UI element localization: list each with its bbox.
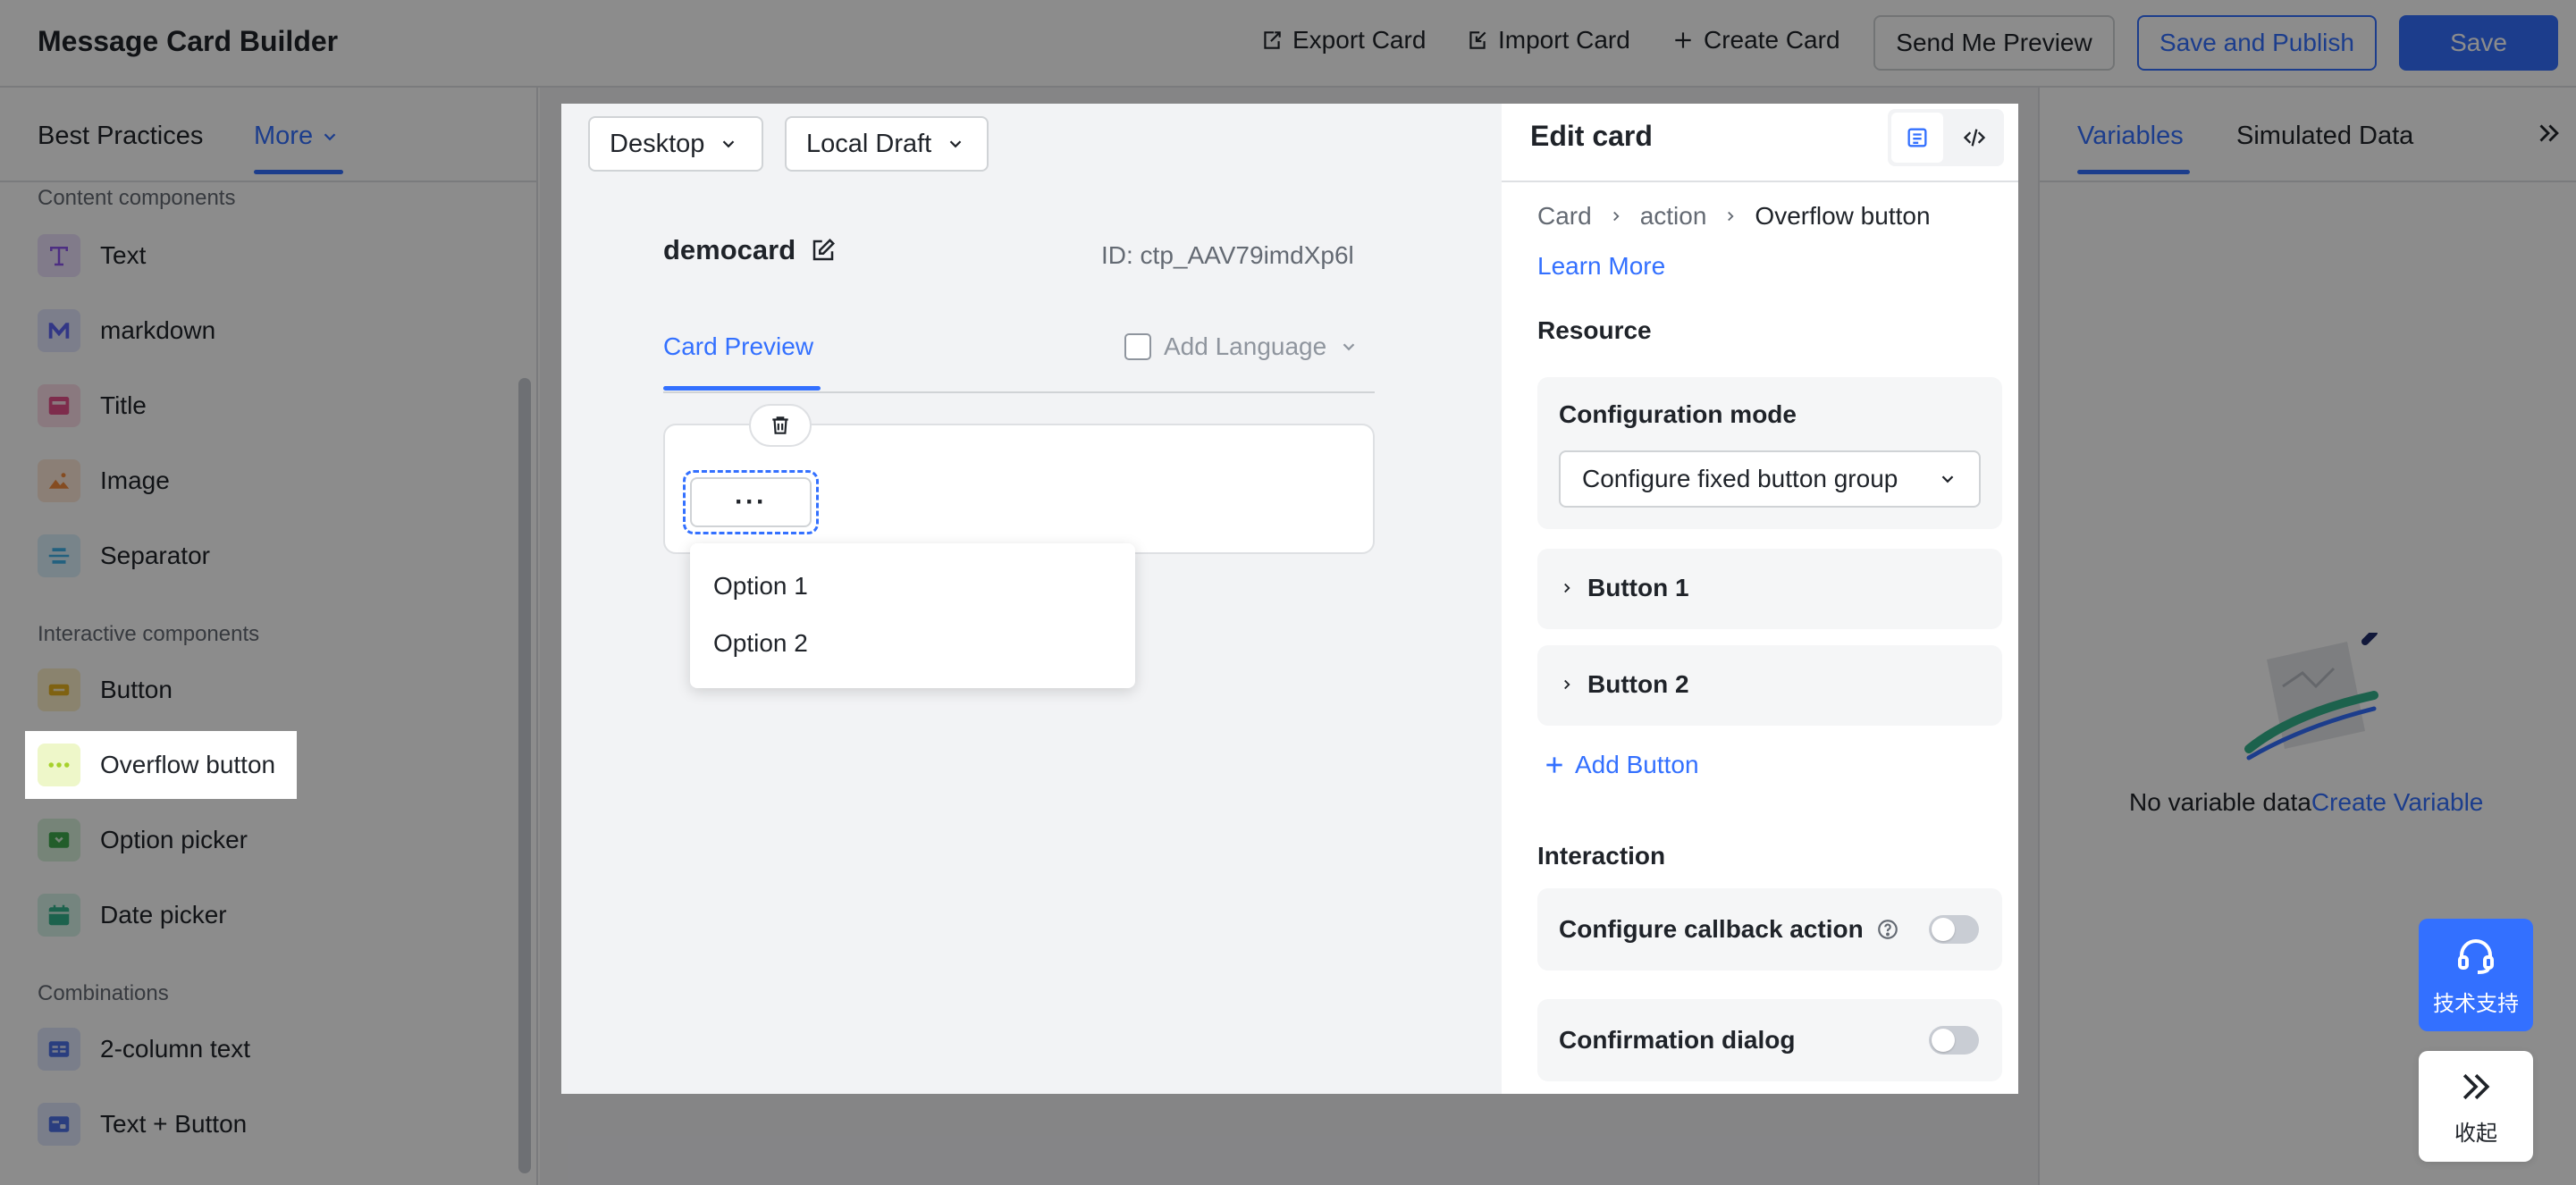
code-icon xyxy=(1963,129,1986,147)
add-button-label: Add Button xyxy=(1575,751,1699,778)
confirmation-dialog-toggle[interactable] xyxy=(1929,1026,1979,1055)
delete-component-button[interactable] xyxy=(749,404,812,447)
chevron-down-icon xyxy=(723,140,735,148)
chevron-down-icon xyxy=(1343,343,1355,351)
device-select[interactable]: Desktop xyxy=(588,116,763,172)
button-1-label: Button 1 xyxy=(1587,574,1689,601)
configuration-mode-value: Configure fixed button group xyxy=(1582,465,1898,492)
add-button-link[interactable]: Add Button xyxy=(1543,751,1699,779)
overflow-icon xyxy=(38,744,80,786)
divider xyxy=(1502,181,2018,182)
overflow-button[interactable]: ··· xyxy=(690,477,812,527)
card-name: democard xyxy=(663,234,837,266)
configuration-mode-card: Configuration mode Configure fixed butto… xyxy=(1537,377,2002,529)
learn-more-link[interactable]: Learn More xyxy=(1537,252,1665,281)
form-icon xyxy=(1907,128,1927,147)
help-icon[interactable] xyxy=(1876,918,1899,941)
double-chevron-right-icon xyxy=(2462,1073,2490,1099)
chevron-right-icon xyxy=(1612,211,1620,222)
dropdown-option-1[interactable]: Option 1 xyxy=(690,558,1135,615)
add-language-label: Add Language xyxy=(1164,332,1327,360)
button-2-label: Button 2 xyxy=(1587,670,1689,698)
tech-support-label: 技术支持 xyxy=(2433,991,2519,1016)
collapse-button[interactable]: 收起 xyxy=(2419,1051,2533,1162)
configuration-mode-select[interactable]: Configure fixed button group xyxy=(1559,450,1981,508)
headset-icon xyxy=(2458,938,2494,974)
card-preview-pane: Desktop Local Draft democard ID: ctp_AAV… xyxy=(561,104,1502,1094)
configuration-mode-label: Configuration mode xyxy=(1559,400,1797,428)
card-name-text: democard xyxy=(663,234,796,265)
component-item-label: Overflow button xyxy=(100,751,276,778)
breadcrumb: Card action Overflow button xyxy=(1537,202,1931,231)
breadcrumb-item-card[interactable]: Card xyxy=(1537,202,1592,231)
view-mode-toggle xyxy=(1888,109,2004,166)
breadcrumb-item-current: Overflow button xyxy=(1755,202,1931,230)
callback-action-label: Configure callback action xyxy=(1559,915,1864,943)
button-1-row[interactable]: Button 1 xyxy=(1537,549,2002,629)
confirmation-dialog-row: Confirmation dialog xyxy=(1537,999,2002,1081)
component-item-overflow-button[interactable]: Overflow button xyxy=(25,731,298,799)
chevron-right-icon xyxy=(1564,679,1570,690)
code-mode-button[interactable] xyxy=(1949,113,2000,163)
collapse-label: 收起 xyxy=(2454,1121,2497,1146)
interaction-section-title: Interaction xyxy=(1537,842,1666,870)
chevron-right-icon xyxy=(1564,583,1570,593)
button-1-label-row: Button 1 xyxy=(1559,574,1689,602)
tab-card-preview[interactable]: Card Preview xyxy=(663,332,813,361)
callback-action-label-row: Configure callback action xyxy=(1559,915,1899,944)
draft-select[interactable]: Local Draft xyxy=(785,116,989,172)
callback-action-row: Configure callback action xyxy=(1537,888,2002,971)
button-2-label-row: Button 2 xyxy=(1559,670,1689,699)
edit-card-panel: Edit card Card action Overflow button Le… xyxy=(1502,104,2018,1094)
edit-icon[interactable] xyxy=(810,237,837,264)
tab-underline xyxy=(663,386,821,391)
divider xyxy=(663,391,1375,393)
overflow-dropdown-menu: Option 1 Option 2 xyxy=(690,543,1135,688)
chevron-down-icon xyxy=(1941,475,1954,483)
device-select-value: Desktop xyxy=(610,129,705,158)
chevron-right-icon xyxy=(1728,211,1734,222)
overflow-button-selected[interactable]: ··· xyxy=(683,470,819,534)
edit-card-title: Edit card xyxy=(1530,120,1653,152)
breadcrumb-item-action[interactable]: action xyxy=(1640,202,1707,231)
add-language-control[interactable]: Add Language xyxy=(1124,332,1359,361)
confirmation-dialog-label: Confirmation dialog xyxy=(1559,1026,1796,1054)
plus-icon xyxy=(1546,757,1562,773)
card-id: ID: ctp_AAV79imdXp6l xyxy=(1101,241,1354,269)
visual-mode-button[interactable] xyxy=(1891,113,1943,163)
edit-card-modal: Desktop Local Draft democard ID: ctp_AAV… xyxy=(561,104,2018,1094)
trash-icon xyxy=(772,416,788,434)
button-2-row[interactable]: Button 2 xyxy=(1537,645,2002,726)
tech-support-button[interactable]: 技术支持 xyxy=(2419,919,2533,1031)
add-language-checkbox[interactable] xyxy=(1124,333,1151,360)
callback-action-toggle[interactable] xyxy=(1929,915,1979,944)
resource-section-title: Resource xyxy=(1537,316,1652,344)
draft-select-value: Local Draft xyxy=(806,129,932,158)
chevron-down-icon xyxy=(949,140,962,148)
dropdown-option-2[interactable]: Option 2 xyxy=(690,615,1135,672)
